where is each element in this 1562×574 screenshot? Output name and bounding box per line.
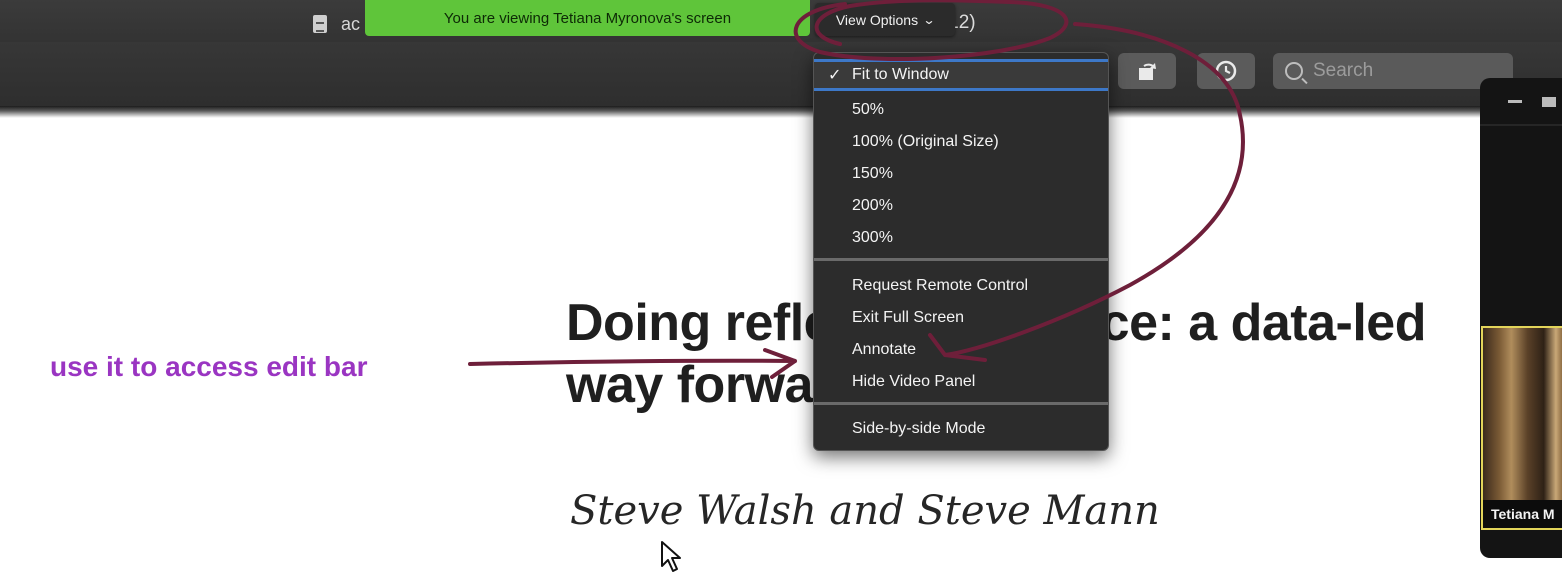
chevron-down-icon: ⌄ (922, 12, 936, 27)
video-panel-divider (1480, 124, 1562, 126)
maximize-icon[interactable] (1542, 97, 1556, 107)
rotate-icon (1139, 63, 1156, 80)
menu-item-exit-full-screen[interactable]: Exit Full Screen (814, 302, 1108, 334)
document-file-icon (313, 15, 327, 33)
view-options-button[interactable]: View Options ⌄ (815, 3, 955, 36)
menu-item-label: Fit to Window (852, 66, 949, 83)
menu-item-label: 150% (852, 165, 893, 182)
mouse-cursor-icon (661, 541, 681, 572)
document-title: ac of 12) (313, 12, 976, 36)
participant-name-strip: Tetiana M (1483, 500, 1562, 528)
menu-item-hide-video-panel[interactable]: Hide Video Panel (814, 366, 1108, 398)
view-options-label: View Options (835, 11, 919, 28)
menu-item-label: 200% (852, 197, 893, 214)
search-field[interactable]: Search (1273, 53, 1513, 89)
clock-icon (1215, 60, 1237, 82)
menu-item-side-by-side-mode[interactable]: Side-by-side Mode (814, 413, 1108, 445)
menu-item-label: Side-by-side Mode (852, 420, 986, 437)
menu-item-fit-to-window[interactable]: ✓ Fit to Window (814, 59, 1108, 91)
menu-item-label: 100% (Original Size) (852, 133, 999, 150)
search-placeholder: Search (1313, 60, 1374, 81)
rotate-button[interactable] (1118, 53, 1176, 89)
menu-item-label: Exit Full Screen (852, 309, 965, 326)
menu-item-zoom-100[interactable]: 100% (Original Size) (814, 126, 1108, 158)
menu-item-zoom-300[interactable]: 300% (814, 222, 1108, 254)
menu-item-label: Hide Video Panel (852, 373, 976, 390)
view-options-menu: ✓ Fit to Window 50% 100% (Original Size)… (813, 52, 1109, 451)
screen-share-banner-text: You are viewing Tetiana Myronova's scree… (443, 9, 732, 27)
annotation-note: use it to access edit bar (50, 351, 368, 382)
menu-item-zoom-50[interactable]: 50% (814, 94, 1108, 126)
document-authors: Steve Walsh and Steve Mann (570, 488, 1160, 534)
menu-separator (814, 402, 1108, 405)
history-button[interactable] (1197, 53, 1255, 89)
checkmark-icon: ✓ (828, 67, 842, 84)
menu-separator (814, 258, 1108, 261)
menu-item-label: Request Remote Control (852, 277, 1029, 294)
screen-share-banner: You are viewing Tetiana Myronova's scree… (365, 0, 810, 36)
menu-item-annotate[interactable]: Annotate (814, 334, 1108, 366)
menu-item-label: Annotate (852, 341, 917, 358)
document-title-text: ac (341, 13, 361, 34)
toolbar-shadow (0, 106, 1562, 118)
menu-item-request-remote-control[interactable]: Request Remote Control (814, 270, 1108, 302)
participant-name: Tetiana M (1491, 506, 1555, 522)
menu-item-zoom-200[interactable]: 200% (814, 190, 1108, 222)
menu-item-zoom-150[interactable]: 150% (814, 158, 1108, 190)
menu-item-label: 300% (852, 229, 893, 246)
search-icon (1285, 62, 1303, 80)
menu-item-label: 50% (852, 101, 885, 118)
minimize-icon[interactable] (1508, 100, 1522, 103)
